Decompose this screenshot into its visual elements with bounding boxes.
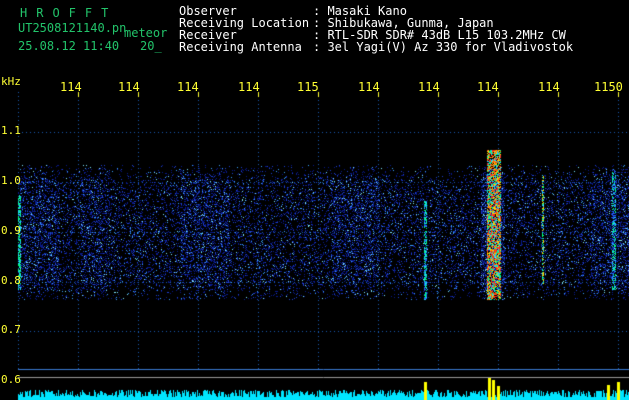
x-tick-label: 114 (477, 80, 499, 94)
x-tick-label: 114 (238, 80, 260, 94)
y-axis-unit: kHz (1, 75, 21, 88)
datetime-label: 25.08.12 11:40 (18, 39, 120, 53)
x-tick-label: 114 (538, 80, 560, 94)
x-tick-label: 114 (177, 80, 199, 94)
field-label-antenna: Receiving Antenna (179, 40, 302, 54)
y-tick-label: 1.1 (1, 124, 21, 137)
x-tick-label: 114 (60, 80, 82, 94)
x-tick-label: 1150 (594, 80, 623, 94)
filename-label: UT2508121140.pn (18, 21, 127, 35)
y-tick-label: 0.9 (1, 224, 21, 237)
y-tick-label: 0.6 (1, 373, 21, 386)
y-tick-label: 0.8 (1, 274, 21, 287)
y-tick-label: 0.7 (1, 323, 21, 336)
x-tick-label: 114 (118, 80, 140, 94)
meteor-label: meteor (124, 26, 168, 40)
y-tick-label: 1.0 (1, 174, 21, 187)
x-tick-label: 115 (297, 80, 319, 94)
count-label: 20_ (140, 39, 162, 53)
spectrogram-canvas (0, 0, 629, 400)
brand-title: HROFFT (20, 6, 118, 20)
x-tick-label: 114 (358, 80, 380, 94)
field-value-antenna: : 3el Yagi(V) Az 330 for Vladivostok (313, 40, 574, 54)
x-tick-label: 114 (418, 80, 440, 94)
